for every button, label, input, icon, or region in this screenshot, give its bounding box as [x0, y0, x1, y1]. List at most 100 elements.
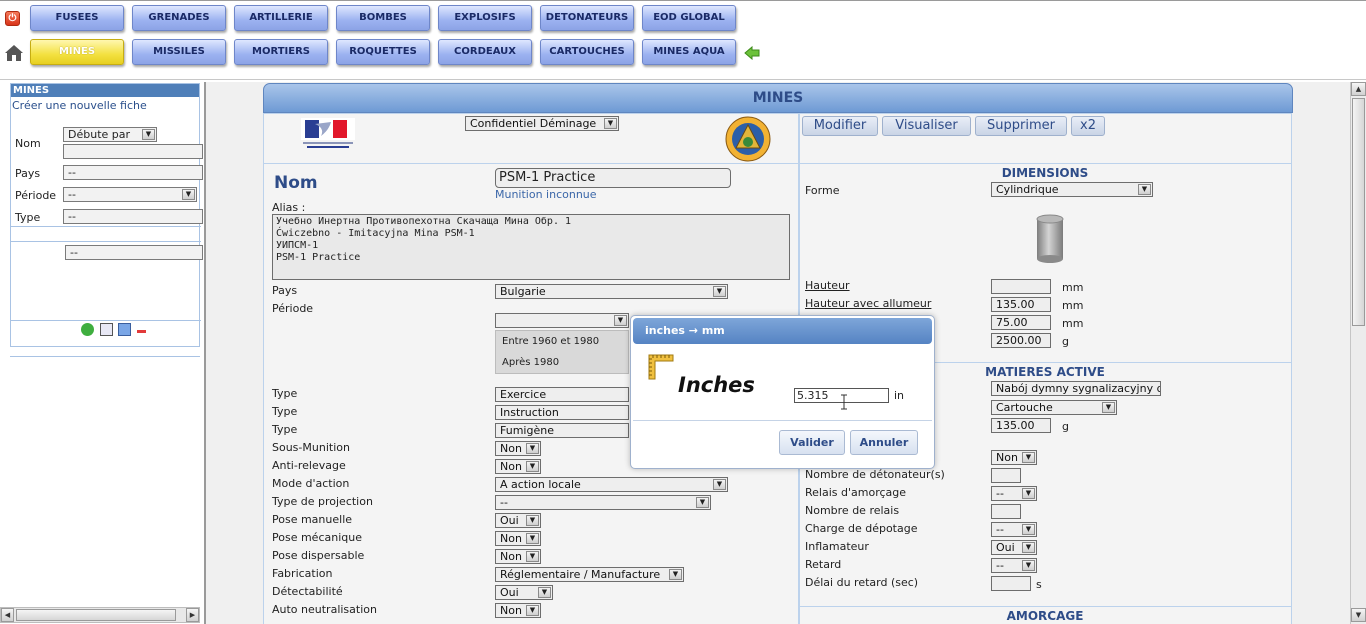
hauteur-allumeur-field[interactable]: 135.00	[991, 297, 1051, 312]
pays-select[interactable]: --	[63, 165, 203, 180]
nav-grenades[interactable]: GRENADES	[132, 5, 226, 31]
nav-missiles[interactable]: MISSILES	[132, 39, 226, 65]
validate-button[interactable]: Valider	[779, 430, 845, 455]
type-select[interactable]: Instruction	[495, 405, 629, 420]
nav-fusees[interactable]: FUSEES	[30, 5, 124, 31]
nav-mines[interactable]: MINES	[30, 39, 124, 65]
auto-neutralisation-select[interactable]: Non ▼	[495, 603, 541, 618]
supprimer-button[interactable]: Supprimer	[975, 116, 1067, 136]
type-select[interactable]: Fumigène	[495, 423, 629, 438]
nav-bombes[interactable]: BOMBES	[336, 5, 430, 31]
refresh-icon[interactable]	[81, 322, 94, 336]
nom-input[interactable]	[63, 144, 203, 159]
sous-munition-select[interactable]: Non ▼	[495, 441, 541, 456]
periode-option[interactable]: Entre 1960 et 1980	[496, 331, 628, 352]
chevron-down-icon: ▼	[182, 189, 195, 200]
nom-label: Nom	[274, 173, 318, 193]
vertical-scrollbar[interactable]: ▲ ▼	[1350, 82, 1366, 624]
anti-relevage-select[interactable]: Non ▼	[495, 459, 541, 474]
type-select[interactable]: Exercice	[495, 387, 629, 402]
scroll-left-icon[interactable]: ◀	[1, 608, 14, 622]
pays-select[interactable]: Bulgarie ▼	[495, 284, 728, 299]
anti-relevage-label: Anti-relevage	[272, 459, 346, 472]
scroll-down-icon[interactable]: ▼	[1351, 608, 1366, 622]
amorcage-title: AMORCAGE	[1006, 609, 1084, 623]
forme-select[interactable]: Cylindrique ▼	[991, 182, 1153, 197]
delai-retard-field[interactable]	[991, 576, 1031, 591]
type-select[interactable]: --	[63, 209, 203, 224]
nav-cordeaux[interactable]: CORDEAUX	[438, 39, 532, 65]
chevron-down-icon: ▼	[713, 479, 726, 490]
nav-roquettes[interactable]: ROQUETTES	[336, 39, 430, 65]
scroll-right-icon[interactable]: ▶	[186, 608, 199, 622]
alias-label: Alias :	[272, 201, 306, 214]
x2-button[interactable]: x2	[1071, 116, 1105, 136]
type-label: Type	[272, 423, 298, 436]
scroll-up-icon[interactable]: ▲	[1351, 82, 1366, 96]
nav-artillerie[interactable]: ARTILLERIE	[234, 5, 328, 31]
chevron-down-icon: ▼	[526, 443, 539, 454]
nombre-relais-label: Nombre de relais	[805, 504, 900, 517]
cancel-button[interactable]: Annuler	[850, 430, 918, 455]
horizontal-scrollbar[interactable]: ◀ ▶	[0, 607, 200, 623]
nav-mortiers[interactable]: MORTIERS	[234, 39, 328, 65]
relais-amorcage-select[interactable]: -- ▼	[991, 486, 1037, 501]
chevron-down-icon: ▼	[669, 569, 682, 580]
power-icon[interactable]: ⏻	[5, 11, 20, 26]
chevron-down-icon: ▼	[142, 129, 155, 140]
nav-mines-aqua[interactable]: MINES AQUA	[642, 39, 736, 65]
matiere-type-select[interactable]: Cartouche ▼	[991, 400, 1117, 415]
chevron-down-icon: ▼	[526, 533, 539, 544]
extra-select[interactable]: --	[65, 245, 203, 260]
periode-select[interactable]: ▼	[495, 313, 629, 328]
nombre-detonateurs-field[interactable]	[991, 468, 1021, 483]
diametre-field[interactable]: 75.00	[991, 315, 1051, 330]
chevron-down-icon: ▼	[1022, 488, 1035, 499]
fabrication-select[interactable]: Réglementaire / Manufacture ▼	[495, 567, 684, 582]
alias-textarea[interactable]: Учебно Инертна Противопехотна Скачаща Ми…	[272, 214, 790, 280]
detonateur-select[interactable]: Non ▼	[991, 450, 1037, 465]
forward-icon[interactable]	[118, 322, 131, 336]
pose-mecanique-select[interactable]: Non ▼	[495, 531, 541, 546]
retard-select[interactable]: -- ▼	[991, 558, 1037, 573]
modifier-button[interactable]: Modifier	[802, 116, 878, 136]
type-label: Type	[15, 211, 41, 224]
home-icon[interactable]	[4, 43, 24, 63]
scrollbar-thumb[interactable]	[1352, 98, 1365, 326]
mode-action-select[interactable]: A action locale ▼	[495, 477, 728, 492]
nav-cartouches[interactable]: CARTOUCHES	[540, 39, 634, 65]
munition-inconnue-link[interactable]: Munition inconnue	[495, 188, 597, 201]
matiere-field[interactable]: Nabój dymny sygnalizacyjny d	[991, 381, 1161, 396]
masse-field[interactable]: 2500.00	[991, 333, 1051, 348]
chevron-down-icon: ▼	[1138, 184, 1151, 195]
nombre-relais-field[interactable]	[991, 504, 1021, 519]
visualiser-button[interactable]: Visualiser	[882, 116, 971, 136]
back-arrow-icon[interactable]	[744, 46, 760, 60]
pose-manuelle-label: Pose manuelle	[272, 513, 353, 526]
nom-field[interactable]: PSM-1 Practice	[495, 168, 731, 188]
auto-neutralisation-label: Auto neutralisation	[272, 603, 377, 616]
confidentiality-select[interactable]: Confidentiel Déminage ▼	[465, 116, 619, 131]
pose-manuelle-select[interactable]: Oui ▼	[495, 513, 541, 528]
divider	[800, 163, 1291, 164]
gif-export-icon[interactable]	[99, 322, 113, 336]
detectabilite-select[interactable]: Oui ▼	[495, 585, 553, 600]
nav-detonateurs[interactable]: DETONATEURS	[540, 5, 634, 31]
periode-select[interactable]: -- ▼	[63, 187, 197, 202]
matiere-masse-field[interactable]: 135.00	[991, 418, 1051, 433]
remove-icon[interactable]	[136, 330, 146, 333]
create-record-link[interactable]: Créer une nouvelle fiche	[11, 97, 199, 114]
hauteur-field[interactable]	[991, 279, 1051, 294]
charge-depotage-select[interactable]: -- ▼	[991, 522, 1037, 537]
nom-mode-select[interactable]: Débute par ▼	[63, 127, 157, 142]
nom-label: Nom	[15, 137, 41, 150]
nav-eod-global[interactable]: EOD GLOBAL	[642, 5, 736, 31]
periode-option[interactable]: Après 1980	[496, 352, 628, 373]
pose-dispersable-select[interactable]: Non ▼	[495, 549, 541, 564]
inflamateur-select[interactable]: Oui ▼	[991, 540, 1037, 555]
unit-label: mm	[1062, 317, 1084, 330]
scrollbar-thumb[interactable]	[16, 609, 176, 621]
type-projection-select[interactable]: -- ▼	[495, 495, 711, 510]
nav-explosifs[interactable]: EXPLOSIFS	[438, 5, 532, 31]
chevron-down-icon: ▼	[696, 497, 709, 508]
